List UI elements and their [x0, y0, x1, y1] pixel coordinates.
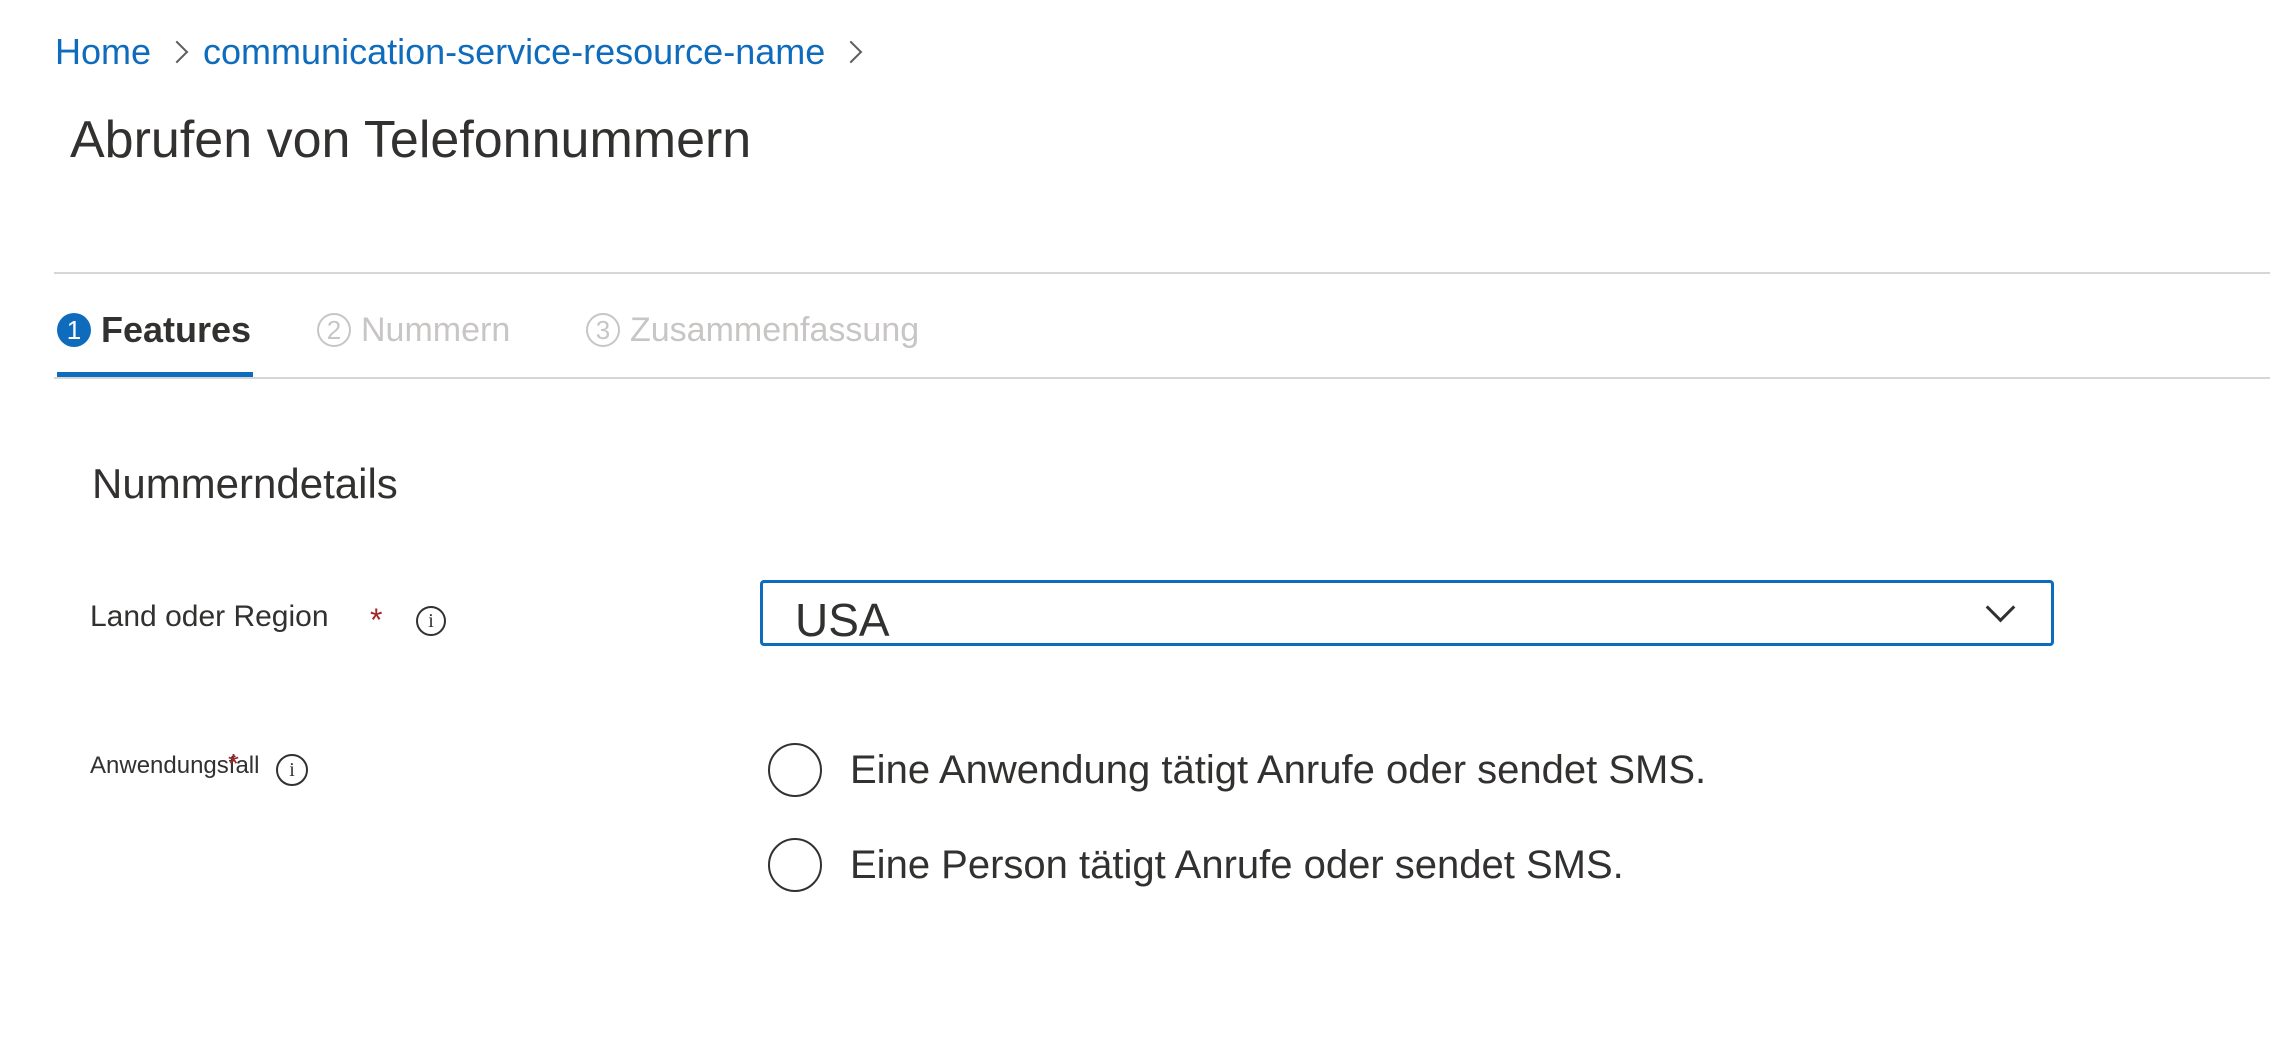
country-selected-value: USA [795, 594, 890, 646]
required-marker: * [228, 748, 239, 779]
radio-button[interactable] [768, 838, 822, 892]
country-label: Land oder Region [90, 600, 329, 633]
step-3-badge: 3 [586, 313, 620, 347]
chevron-right-icon [151, 28, 203, 76]
country-dropdown[interactable]: USA [760, 580, 2054, 646]
info-icon[interactable]: i [276, 754, 308, 786]
breadcrumb-resource-link[interactable]: communication-service-resource-name [203, 31, 825, 73]
required-marker: * [370, 602, 383, 638]
chevron-right-icon [825, 28, 877, 76]
section-title: Nummerndetails [92, 460, 398, 507]
step-2-badge: 2 [317, 313, 351, 347]
divider [54, 377, 2270, 379]
tab-label: Nummern [361, 310, 511, 349]
tab-features[interactable]: 1 Features [57, 300, 251, 360]
radio-label: Eine Anwendung tätigt Anrufe oder sendet… [850, 747, 1707, 792]
tab-label: Features [101, 309, 252, 350]
tab-zusammenfassung[interactable]: 3 Zusammenfassung [586, 300, 919, 360]
divider [54, 272, 2270, 274]
radio-option-person[interactable]: Eine Person tätigt Anrufe oder sendet SM… [768, 835, 1624, 895]
chevron-down-icon [1985, 592, 2016, 623]
breadcrumb: Home communication-service-resource-name [55, 28, 877, 76]
tab-label: Zusammenfassung [630, 310, 920, 349]
page-title: Abrufen von Telefonnummern [70, 111, 752, 169]
step-1-badge: 1 [57, 313, 91, 347]
radio-label: Eine Person tätigt Anrufe oder sendet SM… [850, 842, 1624, 887]
tab-nummern[interactable]: 2 Nummern [317, 300, 510, 360]
breadcrumb-home-link[interactable]: Home [55, 31, 151, 73]
radio-button[interactable] [768, 743, 822, 797]
info-icon[interactable]: i [416, 606, 446, 636]
radio-option-application[interactable]: Eine Anwendung tätigt Anrufe oder sendet… [768, 740, 1706, 800]
